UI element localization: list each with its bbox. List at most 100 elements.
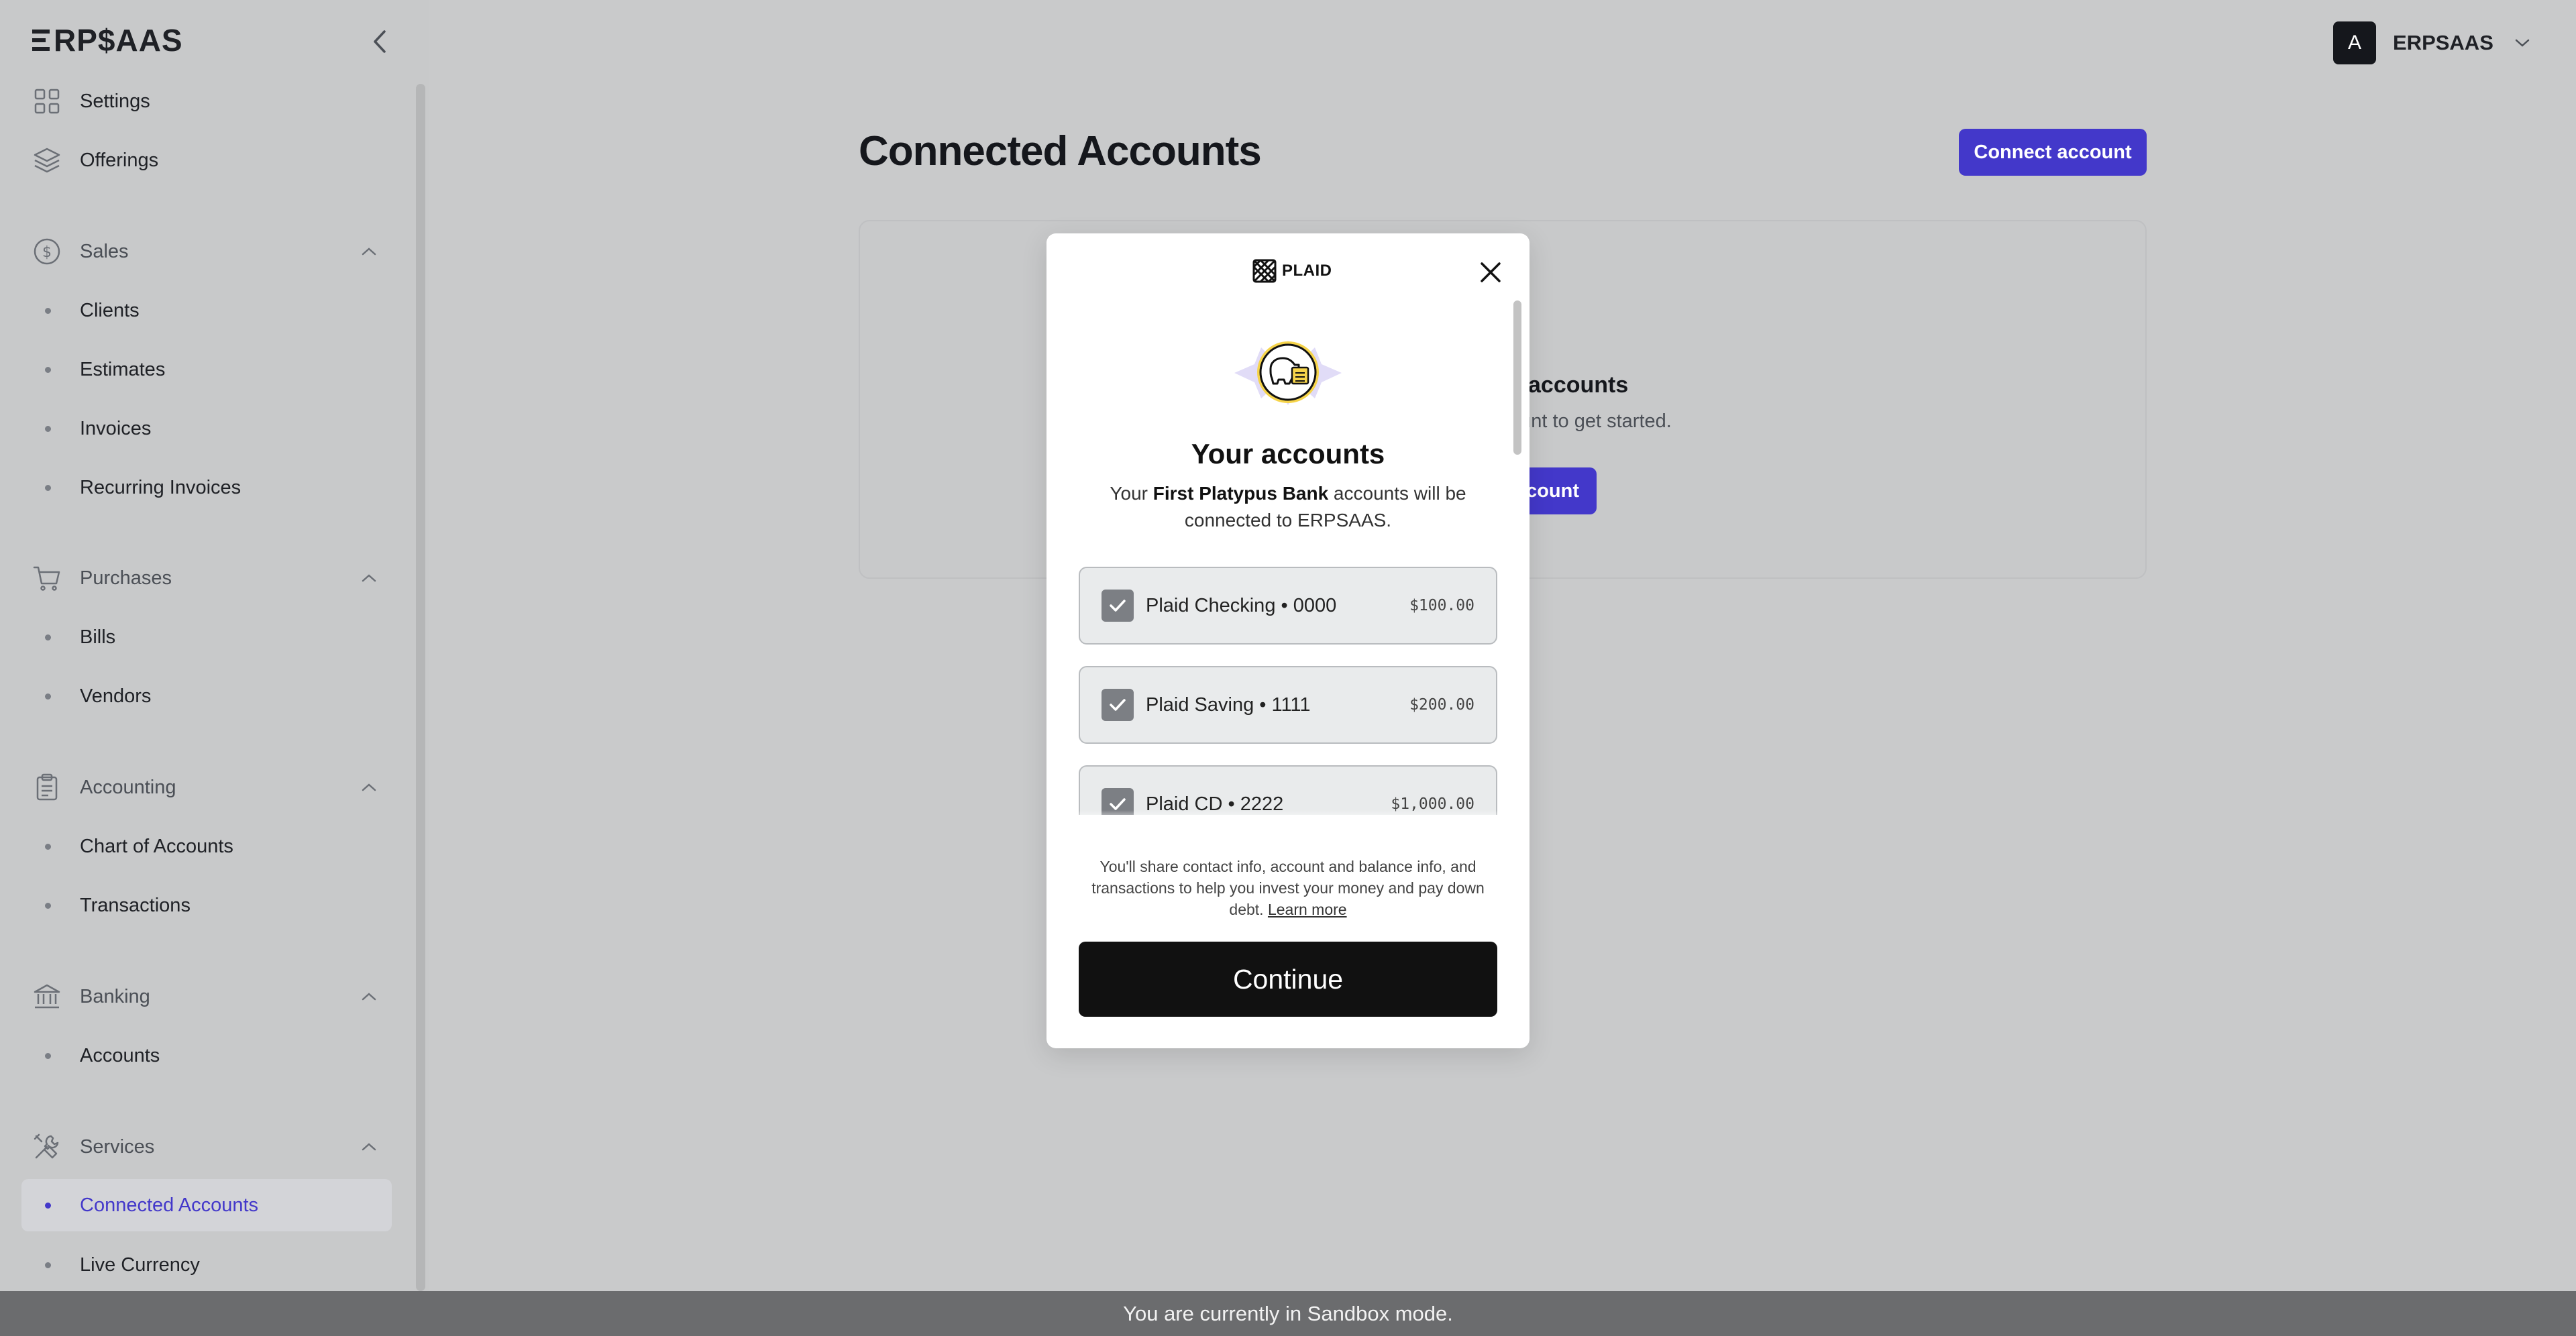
- svg-text:$: $: [42, 244, 52, 261]
- sidebar-section-label: Banking: [80, 985, 150, 1007]
- sidebar-item-bills[interactable]: Bills: [0, 617, 396, 657]
- close-icon: [1481, 262, 1501, 282]
- sidebar-section-purchases[interactable]: Purchases: [0, 558, 396, 598]
- logo-text: RP$AAS: [54, 23, 183, 58]
- sidebar-item-chart-of-accounts[interactable]: Chart of Accounts: [0, 826, 396, 867]
- logo-mark-icon: [32, 30, 50, 51]
- bullet-dot: [45, 843, 51, 850]
- account-row-saving[interactable]: Plaid Saving • 1111 $200.00: [1079, 666, 1497, 744]
- chevron-left-icon: [374, 30, 386, 53]
- checkbox-checked[interactable]: [1102, 590, 1134, 622]
- bullet-dot: [45, 1202, 51, 1209]
- sidebar-scrollbar[interactable]: [416, 84, 425, 1291]
- sidebar-item-label: Offerings: [80, 149, 159, 171]
- chevron-up-icon[interactable]: [359, 1137, 379, 1157]
- close-button[interactable]: [1476, 258, 1505, 287]
- sidebar-item-label: Recurring Invoices: [80, 476, 241, 498]
- bullet-dot: [45, 1262, 51, 1268]
- sidebar-item-clients[interactable]: Clients: [0, 290, 396, 331]
- sidebar-section-banking[interactable]: Banking: [0, 977, 396, 1017]
- sidebar-section-label: Services: [80, 1135, 155, 1158]
- bullet-dot: [45, 484, 51, 491]
- account-name: Plaid Saving • 1111: [1146, 693, 1311, 716]
- cart-icon: [32, 563, 62, 593]
- app-logo[interactable]: RP$AAS: [32, 23, 183, 58]
- plaid-mark-icon: [1252, 259, 1277, 283]
- learn-more-link[interactable]: Learn more: [1268, 901, 1347, 918]
- sidebar-item-vendors[interactable]: Vendors: [0, 676, 396, 716]
- clipboard-icon: [32, 773, 62, 802]
- sidebar-item-label: Estimates: [80, 358, 166, 380]
- sidebar-item-label: Invoices: [80, 417, 152, 439]
- sidebar-item-live-currency[interactable]: Live Currency: [0, 1245, 396, 1285]
- plaid-logo: PLAID: [1251, 258, 1332, 284]
- empty-state-subtitle: ount to get started.: [1509, 410, 1672, 432]
- sidebar-section-sales[interactable]: $ Sales: [0, 231, 396, 272]
- sandbox-mode-banner: You are currently in Sandbox mode.: [0, 1291, 2576, 1336]
- bullet-dot: [45, 634, 51, 641]
- sidebar-item-transactions[interactable]: Transactions: [0, 885, 396, 926]
- sidebar: RP$AAS Settings Offerings $ Sales Client…: [0, 0, 429, 1291]
- data-sharing-disclaimer: You'll share contact info, account and b…: [1091, 858, 1485, 918]
- plaid-modal: PLAID Your accounts Your First Platypus …: [1046, 233, 1529, 1048]
- user-name: ERPSAAS: [2393, 31, 2493, 54]
- sidebar-item-label: Bills: [80, 626, 116, 648]
- sidebar-item-estimates[interactable]: Estimates: [0, 349, 396, 390]
- sidebar-item-label: Clients: [80, 299, 140, 321]
- sidebar-item-offerings[interactable]: Offerings: [0, 140, 396, 180]
- sidebar-section-services[interactable]: Services: [0, 1127, 396, 1167]
- modal-description: Your First Platypus Bank accounts will b…: [1110, 483, 1466, 531]
- sidebar-item-label: Vendors: [80, 685, 152, 707]
- bullet-dot: [45, 902, 51, 909]
- bullet-dot: [45, 693, 51, 700]
- modal-scrollbar[interactable]: [1513, 300, 1521, 1045]
- bullet-dot: [45, 425, 51, 432]
- chevron-down-icon: [2512, 33, 2532, 53]
- page-title: Connected Accounts: [859, 128, 1262, 174]
- collapse-sidebar-button[interactable]: [368, 28, 392, 55]
- chevron-up-icon[interactable]: [359, 568, 379, 588]
- continue-button[interactable]: Continue: [1079, 942, 1497, 1017]
- bullet-dot: [45, 307, 51, 314]
- sidebar-item-connected-accounts[interactable]: Connected Accounts: [21, 1179, 392, 1231]
- account-list: Plaid Checking • 0000 $100.00 Plaid Savi…: [1079, 567, 1497, 815]
- account-row-cd[interactable]: Plaid CD • 2222 $1,000.00: [1079, 765, 1497, 815]
- sidebar-section-label: Sales: [80, 240, 129, 262]
- chevron-up-icon[interactable]: [359, 241, 379, 262]
- checkbox-checked[interactable]: [1102, 689, 1134, 721]
- check-icon: [1110, 600, 1126, 612]
- account-row-checking[interactable]: Plaid Checking • 0000 $100.00: [1079, 567, 1497, 645]
- sidebar-item-label: Settings: [80, 90, 150, 112]
- layers-icon: [32, 146, 62, 175]
- empty-state-title: accounts: [1528, 372, 1629, 398]
- sidebar-item-label: Live Currency: [80, 1254, 200, 1276]
- chevron-up-icon[interactable]: [359, 987, 379, 1007]
- bank-icon: [32, 982, 62, 1011]
- grid-icon: [32, 87, 62, 116]
- sidebar-item-accounts[interactable]: Accounts: [0, 1036, 396, 1076]
- tools-icon: [32, 1132, 62, 1162]
- sidebar-item-recurring-invoices[interactable]: Recurring Invoices: [0, 467, 396, 508]
- sidebar-section-accounting[interactable]: Accounting: [0, 767, 396, 808]
- sidebar-section-label: Purchases: [80, 567, 172, 589]
- account-name: Plaid Checking • 0000: [1146, 594, 1337, 616]
- connect-account-button[interactable]: Connect account: [1959, 129, 2147, 176]
- bank-connection-illustration-icon: [1234, 341, 1342, 405]
- sidebar-item-label: Transactions: [80, 894, 191, 916]
- account-balance: $100.00: [1409, 597, 1474, 614]
- check-icon: [1110, 798, 1126, 810]
- sidebar-item-label: Chart of Accounts: [80, 835, 233, 857]
- bank-name: First Platypus Bank: [1152, 483, 1329, 504]
- dollar-circle-icon: $: [32, 237, 62, 266]
- sidebar-item-invoices[interactable]: Invoices: [0, 408, 396, 449]
- bullet-dot: [45, 366, 51, 373]
- chevron-up-icon[interactable]: [359, 777, 379, 797]
- check-icon: [1110, 699, 1126, 711]
- user-menu[interactable]: A ERPSAAS: [2333, 21, 2532, 64]
- sidebar-item-settings[interactable]: Settings: [0, 81, 396, 121]
- account-balance: $200.00: [1409, 696, 1474, 714]
- modal-title: Your accounts: [1191, 438, 1385, 469]
- sidebar-item-label: Connected Accounts: [80, 1194, 259, 1216]
- avatar: A: [2333, 21, 2376, 64]
- sidebar-item-label: Accounts: [80, 1044, 160, 1066]
